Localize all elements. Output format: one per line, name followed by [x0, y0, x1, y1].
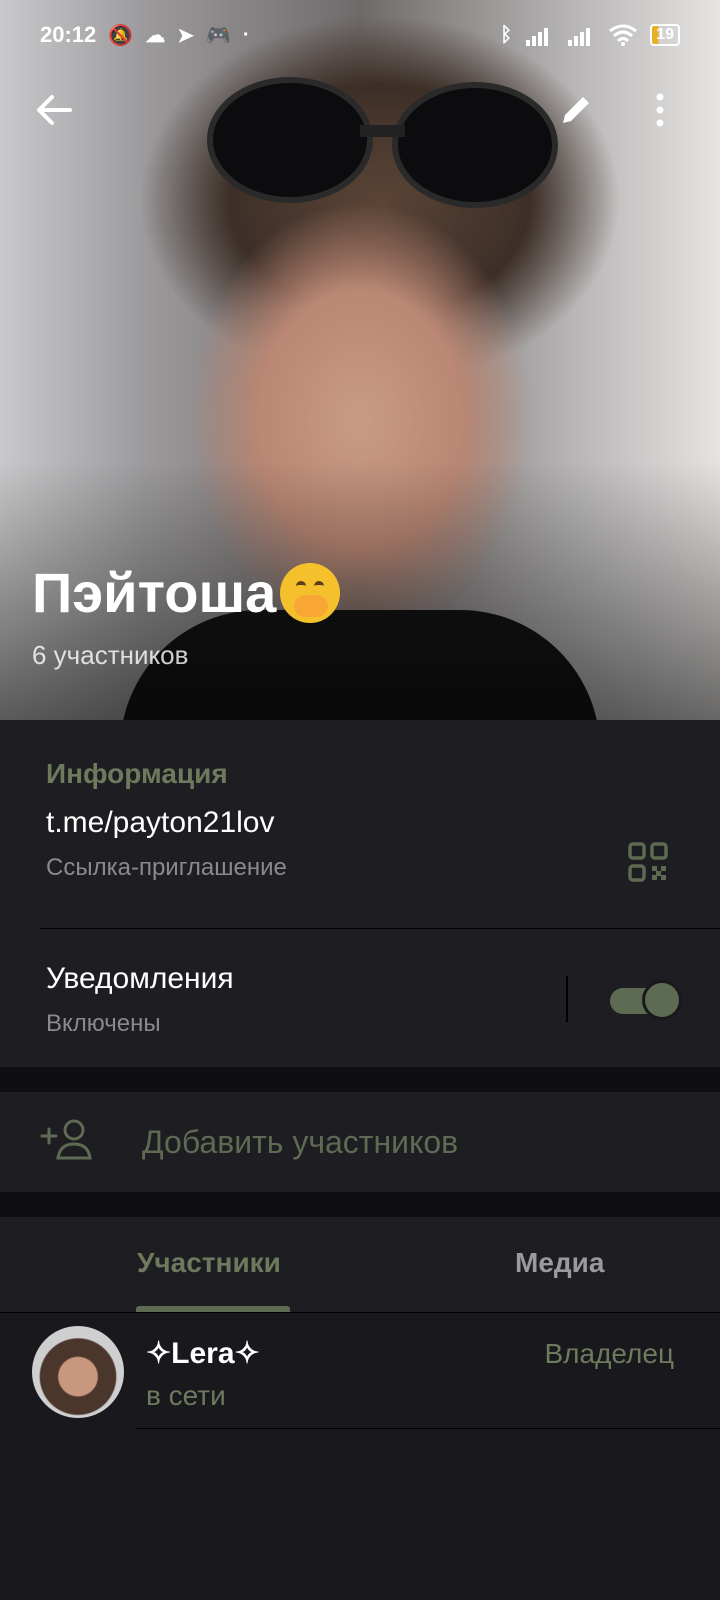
qr-code-icon[interactable] — [628, 842, 668, 882]
notifications-state: Включены — [46, 1010, 161, 1037]
group-name: Пэйтоша — [32, 561, 277, 624]
gamepad-icon: 🎮 — [205, 24, 231, 47]
tab-members[interactable]: Участники — [137, 1247, 281, 1279]
more-vertical-icon — [656, 93, 664, 127]
add-user-icon — [40, 1119, 92, 1160]
clock: 20:12 — [40, 22, 97, 47]
notifications-toggle[interactable] — [610, 980, 682, 1020]
member-divider — [136, 1428, 720, 1429]
invite-link-caption: Ссылка-приглашение — [46, 854, 287, 881]
signal-icon-2 — [568, 28, 591, 46]
toggle-separator — [566, 976, 568, 1022]
section-title-info: Информация — [46, 758, 228, 789]
invite-link[interactable]: t.me/payton21lov — [46, 806, 274, 840]
telegram-icon: ➤ — [177, 24, 194, 47]
more-button[interactable] — [630, 80, 690, 140]
add-members-label: Добавить участников — [142, 1124, 459, 1160]
dot-icon: · — [242, 23, 250, 46]
hand-over-mouth-emoji-icon — [280, 562, 341, 623]
signal-icon — [526, 28, 549, 46]
tab-media[interactable]: Медиа — [515, 1247, 604, 1279]
tab-bar — [0, 1217, 720, 1312]
toggle-knob — [642, 980, 682, 1020]
info-divider — [40, 928, 720, 929]
bluetooth-icon: ᛒ — [500, 23, 513, 46]
group-title: Пэйтоша — [32, 560, 341, 625]
back-button[interactable] — [24, 80, 84, 140]
pencil-icon — [563, 97, 589, 123]
cloud-icon: ☁ — [145, 24, 166, 47]
member-name[interactable]: ✧Lera✧ — [146, 1336, 260, 1371]
member-role-badge: Владелец — [544, 1338, 674, 1369]
member-status: в сети — [146, 1380, 226, 1411]
edit-button[interactable] — [546, 80, 606, 140]
mute-bell-icon: 🔕 — [108, 24, 134, 47]
avatar[interactable] — [32, 1326, 124, 1418]
section-gap — [0, 1067, 720, 1092]
member-count: 6 участников — [32, 640, 189, 670]
wifi-icon — [609, 24, 638, 46]
notifications-label[interactable]: Уведомления — [46, 962, 234, 996]
battery-icon: 19 — [650, 24, 680, 46]
arrow-left-icon — [37, 95, 72, 125]
section-gap-2 — [0, 1192, 720, 1217]
sunglasses-shape — [207, 77, 558, 208]
status-bar: 20:12 🔕 ☁ ➤ 🎮 · ᛒ 19 — [0, 0, 720, 70]
